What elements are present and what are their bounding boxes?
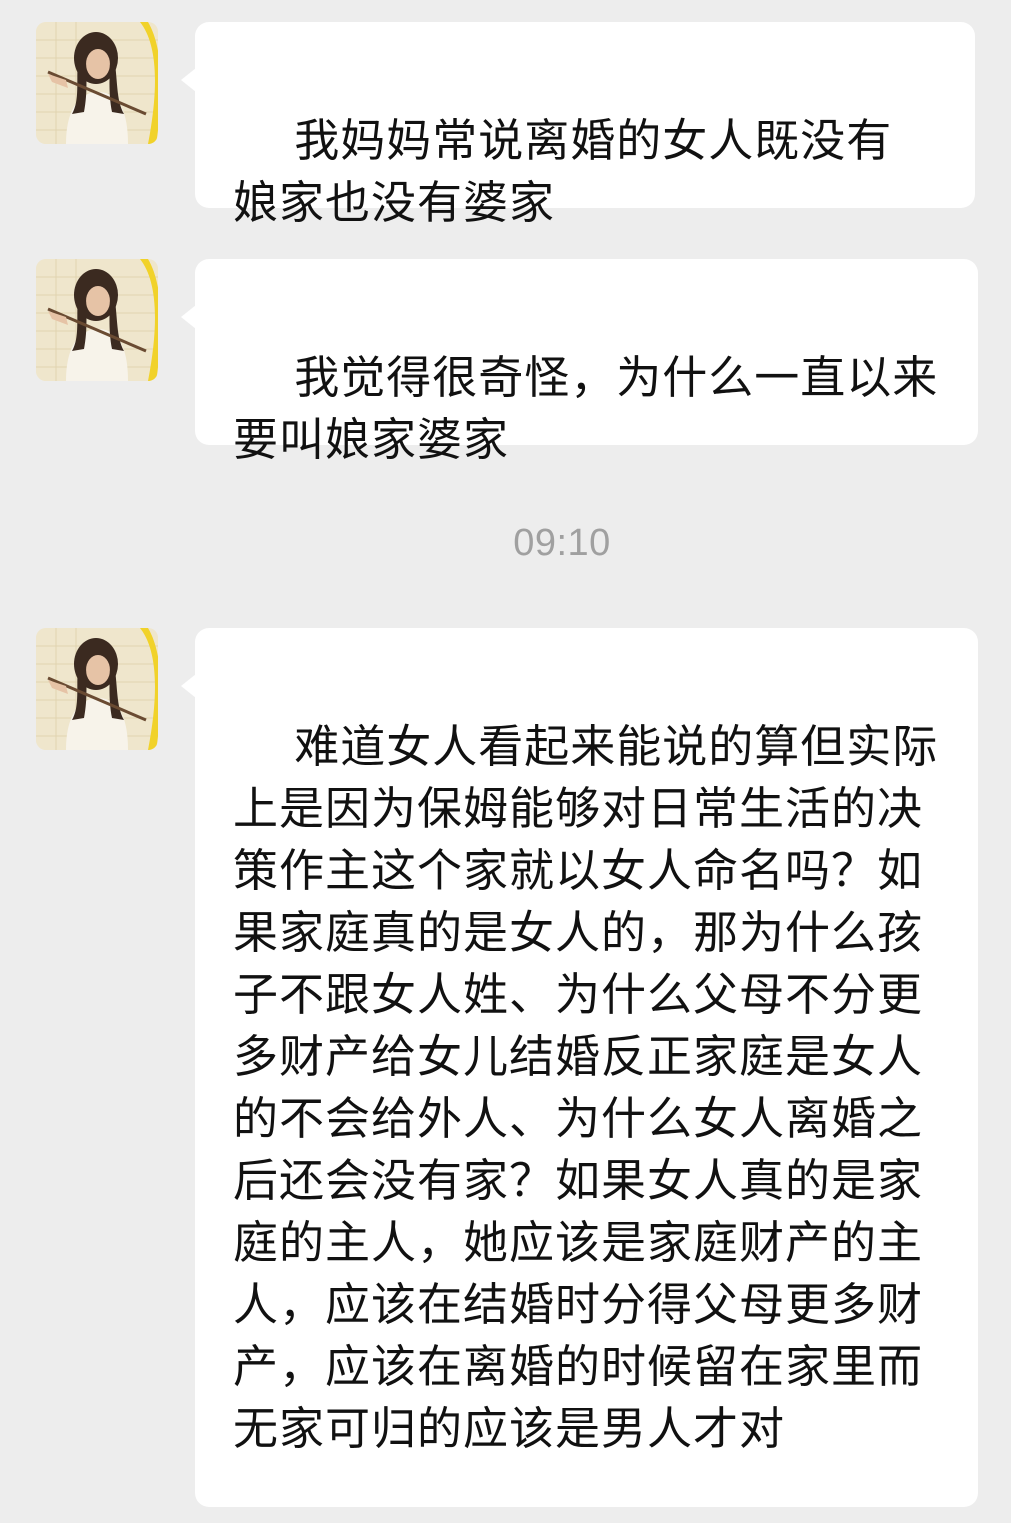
- message-text: 我妈妈常说离婚的女人既没有娘家也没有婆家: [233, 114, 893, 229]
- avatar[interactable]: [36, 628, 158, 750]
- timestamp: 09:10: [513, 522, 611, 564]
- avatar-photo-icon: [36, 259, 158, 381]
- avatar[interactable]: [36, 22, 158, 144]
- message-text: 我觉得很奇怪，为什么一直以来要叫娘家婆家: [233, 351, 939, 466]
- avatar-photo-icon: [36, 22, 158, 144]
- avatar-photo-icon: [36, 628, 158, 750]
- message-text: 难道女人看起来能说的算但实际上是因为保姆能够对日常生活的决策作主这个家就以女人命…: [233, 720, 939, 1455]
- avatar[interactable]: [36, 259, 158, 381]
- message-bubble[interactable]: 我妈妈常说离婚的女人既没有娘家也没有婆家: [181, 22, 975, 229]
- message-bubble[interactable]: 难道女人看起来能说的算但实际上是因为保姆能够对日常生活的决策作主这个家就以女人命…: [181, 628, 978, 1507]
- message-bubble[interactable]: 我觉得很奇怪，为什么一直以来要叫娘家婆家: [181, 259, 978, 466]
